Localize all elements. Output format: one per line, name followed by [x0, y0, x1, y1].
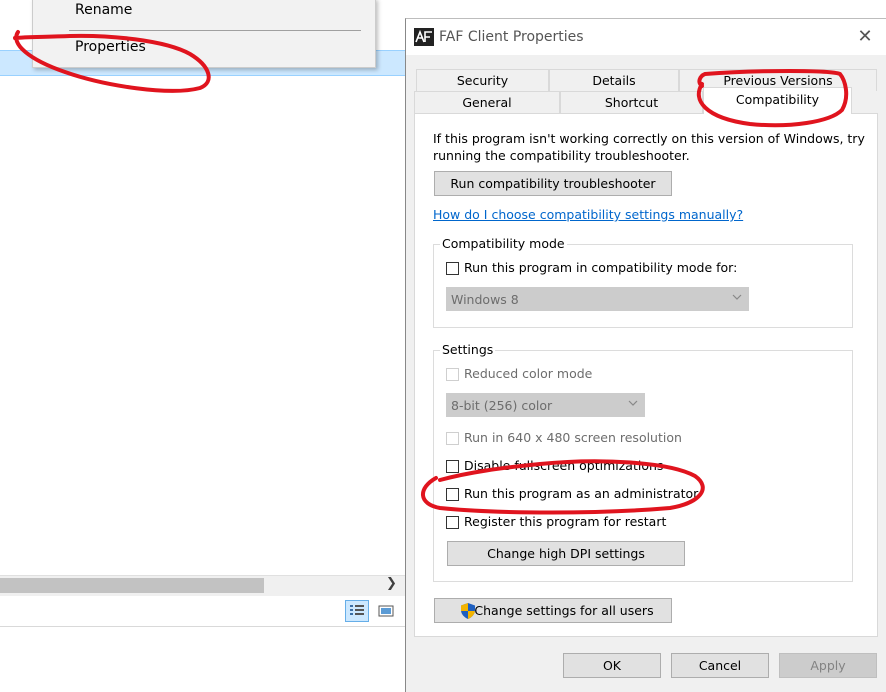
status-bar — [0, 596, 405, 627]
scrollbar-thumb[interactable] — [0, 578, 264, 593]
disable-fullscreen-checkbox[interactable] — [446, 460, 459, 473]
color-mode-value: 8-bit (256) color — [451, 398, 553, 413]
compatibility-panel: If this program isn't working correctly … — [414, 113, 878, 637]
context-menu: Rename Properties — [32, 0, 376, 68]
file-explorer-pane: Rename Properties ❯ — [0, 0, 405, 627]
ok-button[interactable]: OK — [563, 653, 661, 678]
uac-shield-icon — [461, 603, 475, 619]
settings-label: Settings — [440, 342, 496, 357]
run-as-admin-checkbox[interactable] — [446, 488, 459, 501]
run-640-checkbox — [446, 432, 459, 445]
change-all-users-label: Change settings for all users — [474, 603, 654, 618]
chevron-down-icon — [628, 400, 638, 406]
context-menu-separator — [69, 30, 361, 31]
register-restart-label[interactable]: Register this program for restart — [464, 514, 666, 529]
tab-details[interactable]: Details — [549, 69, 679, 91]
properties-dialog: FAF Client Properties ✕ Security Details… — [405, 18, 886, 692]
scroll-right-arrow-icon[interactable]: ❯ — [386, 576, 397, 591]
dialog-title: FAF Client Properties — [439, 29, 584, 45]
faf-app-icon — [414, 28, 434, 46]
context-menu-properties[interactable]: Properties — [75, 39, 146, 55]
cancel-button[interactable]: Cancel — [671, 653, 769, 678]
tab-shortcut[interactable]: Shortcut — [560, 91, 703, 113]
compat-os-select: Windows 8 — [446, 287, 749, 311]
intro-text-line1: If this program isn't working correctly … — [433, 131, 865, 146]
reduced-color-label: Reduced color mode — [464, 366, 593, 381]
intro-text-line2: running the compatibility troubleshooter… — [433, 148, 690, 163]
apply-button[interactable]: Apply — [779, 653, 877, 678]
tab-security[interactable]: Security — [416, 69, 549, 91]
chevron-down-icon — [732, 294, 742, 300]
change-all-users-button[interactable]: Change settings for all users — [434, 598, 672, 623]
close-icon: ✕ — [857, 26, 873, 47]
details-view-icon — [350, 605, 364, 615]
large-icons-view-button[interactable] — [374, 600, 398, 622]
manual-settings-link[interactable]: How do I choose compatibility settings m… — [433, 207, 743, 222]
context-menu-rename[interactable]: Rename — [75, 2, 132, 18]
reduced-color-checkbox — [446, 368, 459, 381]
details-view-button[interactable] — [345, 600, 369, 622]
compatibility-mode-label: Compatibility mode — [440, 236, 567, 251]
compat-os-value: Windows 8 — [451, 292, 519, 307]
register-restart-checkbox[interactable] — [446, 516, 459, 529]
dialog-titlebar[interactable]: FAF Client Properties ✕ — [406, 19, 886, 55]
horizontal-scrollbar[interactable]: ❯ — [0, 575, 405, 596]
run-as-admin-label[interactable]: Run this program as an administrator — [464, 486, 698, 501]
color-mode-select: 8-bit (256) color — [446, 393, 645, 417]
tab-compatibility[interactable]: Compatibility — [703, 87, 852, 114]
compat-mode-checkbox-label[interactable]: Run this program in compatibility mode f… — [464, 260, 737, 275]
compat-mode-checkbox[interactable] — [446, 262, 459, 275]
close-button[interactable]: ✕ — [852, 25, 878, 49]
disable-fullscreen-label[interactable]: Disable fullscreen optimizations — [464, 458, 663, 473]
settings-group: Settings Reduced color mode 8-bit (256) … — [433, 342, 853, 582]
large-icons-view-icon — [378, 605, 394, 617]
run-troubleshooter-button[interactable]: Run compatibility troubleshooter — [434, 171, 672, 196]
change-dpi-button[interactable]: Change high DPI settings — [447, 541, 685, 566]
run-640-label: Run in 640 x 480 screen resolution — [464, 430, 682, 445]
tab-general[interactable]: General — [414, 91, 560, 113]
compatibility-mode-group: Compatibility mode Run this program in c… — [433, 236, 853, 328]
